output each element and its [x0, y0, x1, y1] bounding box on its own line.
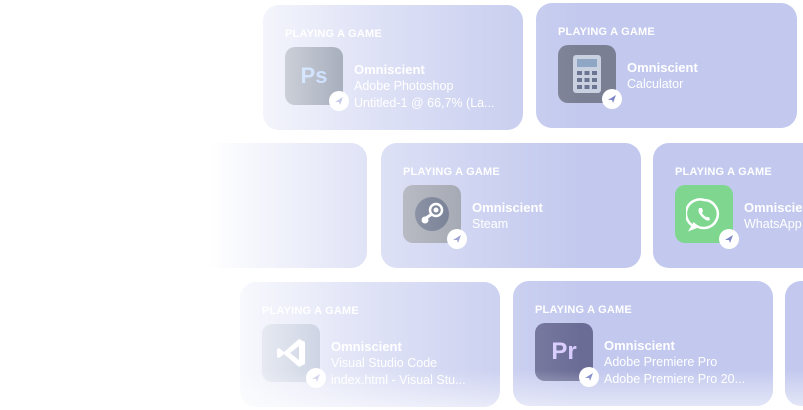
card-username: Omniscient [354, 62, 425, 77]
card-detail: index.html - Visual Stu... [331, 373, 466, 387]
arrow-badge-icon [329, 91, 349, 111]
arrow-badge-icon [579, 367, 599, 387]
card-username: Omniscient [604, 338, 675, 353]
card-app-name: Calculator [627, 77, 684, 91]
card-heading: PLAYING A GAME [285, 28, 382, 40]
arrow-badge-icon [602, 89, 622, 109]
card-heading: PLAYING A GAME [558, 26, 655, 38]
activity-card-steam[interactable]: PLAYING A GAME Omniscient Steam [381, 143, 641, 268]
card-username: Omniscient [627, 60, 698, 75]
activity-card-calculator[interactable]: PLAYING A GAME Omniscient Calculator [536, 3, 797, 128]
activity-card-partial-right[interactable] [785, 281, 803, 406]
card-username: Omniscient [744, 200, 803, 215]
arrow-badge-icon [447, 229, 467, 249]
activity-card-photoshop[interactable]: PLAYING A GAME Ps Omniscient Adobe Photo… [263, 5, 523, 130]
activity-card-whatsapp[interactable]: PLAYING A GAME Omniscient WhatsApp [653, 143, 803, 268]
card-heading: PLAYING A GAME [403, 166, 500, 178]
activity-card-grid: PLAYING A GAME Ps Omniscient Adobe Photo… [0, 0, 803, 410]
card-heading: PLAYING A GAME [262, 305, 359, 317]
card-username: Omniscient [331, 339, 402, 354]
card-app-name: Adobe Photoshop [354, 79, 454, 93]
arrow-badge-icon [306, 368, 326, 388]
arrow-badge-icon [719, 229, 739, 249]
card-heading: PLAYING A GAME [675, 166, 772, 178]
card-app-name: Adobe Premiere Pro [604, 355, 718, 369]
card-username: Omniscient [472, 200, 543, 215]
activity-card-partial[interactable] [110, 143, 367, 268]
card-heading: PLAYING A GAME [535, 304, 632, 316]
card-detail: Untitled-1 @ 66,7% (La... [354, 96, 495, 110]
activity-card-premiere[interactable]: PLAYING A GAME Pr Omniscient Adobe Premi… [513, 281, 773, 406]
card-app-name: WhatsApp [744, 217, 802, 231]
activity-card-vscode[interactable]: PLAYING A GAME Omniscient Visual Studio … [240, 282, 500, 407]
card-detail: Adobe Premiere Pro 20... [604, 372, 746, 386]
card-app-name: Visual Studio Code [331, 356, 438, 370]
card-app-name: Steam [472, 217, 509, 231]
